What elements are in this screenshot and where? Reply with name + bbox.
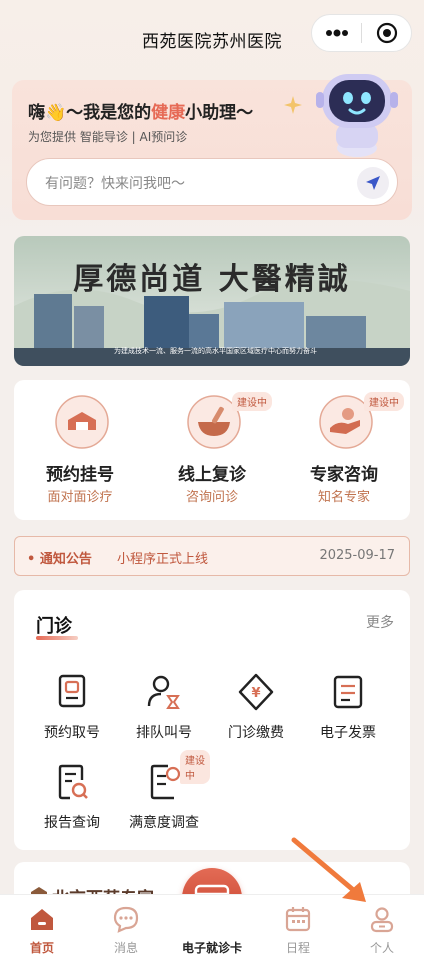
person-icon (370, 907, 394, 933)
send-button[interactable] (357, 167, 389, 199)
ticket-icon (58, 674, 86, 708)
building-badge: 建设中 (364, 392, 404, 411)
invoice-icon (333, 675, 363, 709)
service-title: 线上复诊 (178, 465, 246, 485)
tab-card[interactable]: 电子就诊卡 (170, 895, 254, 956)
tab-label: 日程 (285, 941, 310, 955)
hospital-banner[interactable]: 厚德尚道 大醫精誠 为建成技术一流、服务一流的高水平国家区域医疗中心而努力奋斗 (14, 236, 410, 366)
greeting-highlight: 健康 (151, 103, 186, 123)
robot-assistant-icon (316, 74, 398, 157)
close-button[interactable] (362, 15, 411, 51)
survey-icon (150, 764, 181, 800)
section-title-underline (36, 636, 78, 640)
building-badge: 建设中 (180, 750, 210, 784)
header: 西苑医院苏州医院 (0, 0, 424, 76)
greeting-text-end: 小助理～ (185, 103, 254, 123)
more-button[interactable] (312, 15, 361, 51)
ask-input-placeholder: 有问题？快来问我吧～ (45, 176, 185, 192)
notice-date: 2025-09-17 (319, 548, 395, 563)
queue-user-icon (147, 675, 180, 709)
op-item-ticket[interactable]: 预约取号 (26, 672, 118, 762)
message-icon (113, 906, 139, 933)
pointer-arrow-icon (291, 837, 366, 902)
op-item-report[interactable]: 报告查询 (26, 762, 118, 852)
service-title: 预约挂号 (46, 465, 114, 485)
outpatient-card: 门诊 更多 预约取号 排队叫号 ¥ 门诊缴费 电子发票 报告查询 建设中 满意度… (14, 590, 410, 850)
op-item-invoice[interactable]: 电子发票 (302, 672, 394, 762)
miniprogram-capsule (311, 14, 412, 52)
sparkle-icon (284, 96, 302, 114)
notice-bar[interactable]: • 通知公告 小程序正式上线 2025-09-17 (14, 536, 410, 576)
banner-motto: 厚德尚道 大醫精誠 (73, 262, 351, 297)
service-subtitle: 咨询问诊 (185, 490, 238, 505)
section-title: 门诊 (36, 616, 72, 637)
banner-caption: 为建成技术一流、服务一流的高水平国家区域医疗中心而努力奋斗 (114, 347, 317, 355)
greeting-text: 嗨👋～我是您的 (28, 103, 152, 123)
op-item-label: 电子发票 (320, 725, 376, 741)
service-title: 专家咨询 (310, 465, 378, 485)
services-card: 预约挂号 面对面诊疗 建设中 线上复诊 咨询问诊 建设中 专家咨询 知名专家 (14, 380, 410, 520)
service-online-revisit[interactable]: 建设中 线上复诊 咨询问诊 (146, 380, 278, 520)
yuan-payment-icon: ¥ (238, 673, 274, 711)
tab-label: 首页 (29, 941, 54, 955)
ask-input[interactable]: 有问题？快来问我吧～ (26, 158, 398, 206)
tab-label: 电子就诊卡 (181, 941, 242, 955)
report-search-icon (58, 764, 88, 800)
op-item-label: 报告查询 (44, 815, 100, 831)
tab-label: 消息 (113, 941, 138, 955)
op-item-label: 排队叫号 (136, 725, 192, 741)
home-icon (31, 909, 53, 930)
op-item-queue[interactable]: 排队叫号 (118, 672, 210, 762)
building-badge: 建设中 (232, 392, 272, 411)
tab-messages[interactable]: 消息 (84, 895, 168, 956)
notice-content: 小程序正式上线 (117, 552, 209, 567)
op-item-survey[interactable]: 建设中 满意度调查 (118, 750, 210, 852)
send-icon (366, 176, 380, 190)
service-subtitle: 知名专家 (317, 490, 370, 505)
service-subtitle: 面对面诊疗 (47, 490, 113, 505)
more-dots-icon (325, 29, 348, 37)
appointment-icon (55, 395, 109, 449)
op-item-label: 预约取号 (44, 725, 100, 741)
target-close-icon (376, 22, 397, 44)
more-link[interactable]: 更多 (366, 612, 394, 632)
op-item-label: 满意度调查 (129, 815, 199, 831)
calendar-icon (285, 907, 311, 932)
svg-text:¥: ¥ (251, 686, 260, 701)
service-expert-consult[interactable]: 建设中 专家咨询 知名专家 (278, 380, 410, 520)
assistant-greeting: 嗨👋～我是您的健康小助理～ (28, 98, 253, 123)
service-appointment[interactable]: 预约挂号 面对面诊疗 (14, 380, 146, 520)
op-item-label: 门诊缴费 (228, 725, 284, 741)
notice-label: • 通知公告 (27, 552, 92, 567)
assistant-subtitle: 为您提供 智能导诊 | AI预问诊 (28, 130, 188, 144)
op-item-payment[interactable]: ¥ 门诊缴费 (210, 672, 302, 762)
tab-home[interactable]: 首页 (0, 895, 84, 956)
tab-label: 个人 (369, 941, 394, 955)
assistant-card: 嗨👋～我是您的健康小助理～ 为您提供 智能导诊 | AI预问诊 有问题？快来问我… (12, 74, 412, 220)
